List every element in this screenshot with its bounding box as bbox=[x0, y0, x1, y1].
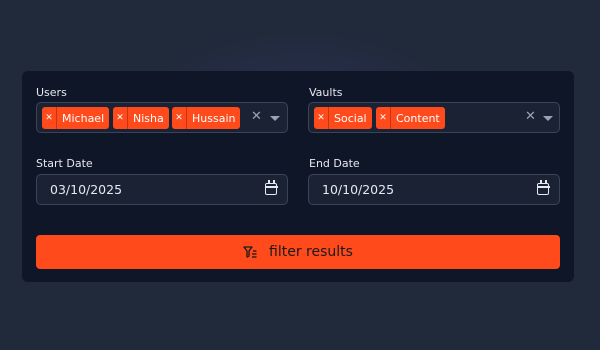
chip-remove-close-icon[interactable]: ✕ bbox=[376, 107, 391, 129]
chip-remove-close-icon[interactable]: ✕ bbox=[172, 107, 187, 129]
calendar-icon[interactable] bbox=[264, 180, 278, 195]
caret-down-icon[interactable] bbox=[543, 116, 553, 121]
filter-icon bbox=[243, 246, 257, 258]
chip-remove-close-icon[interactable]: ✕ bbox=[113, 107, 128, 129]
users-multiselect[interactable]: ✕ Michael ✕ Nisha ✕ Hussain ✕ bbox=[36, 102, 288, 133]
vault-chip-social: ✕ Social bbox=[314, 107, 372, 129]
filter-results-button[interactable]: filter results bbox=[36, 235, 560, 269]
vaults-multiselect[interactable]: ✕ Social ✕ Content ✕ bbox=[308, 102, 560, 133]
vault-chip-content: ✕ Content bbox=[376, 107, 445, 129]
user-chip-michael: ✕ Michael bbox=[42, 107, 110, 129]
start-date-label: Start Date bbox=[36, 157, 93, 170]
users-label: Users bbox=[36, 86, 67, 99]
vaults-label: Vaults bbox=[309, 86, 343, 99]
filter-results-label: filter results bbox=[269, 244, 353, 260]
caret-down-icon[interactable] bbox=[270, 116, 280, 121]
end-date-value: 10/10/2025 bbox=[322, 182, 395, 197]
calendar-icon[interactable] bbox=[536, 180, 550, 195]
chip-remove-close-icon[interactable]: ✕ bbox=[314, 107, 329, 129]
start-date-value: 03/10/2025 bbox=[50, 182, 123, 197]
chip-remove-close-icon[interactable]: ✕ bbox=[42, 107, 57, 129]
user-chip-hussain: ✕ Hussain bbox=[172, 107, 241, 129]
clear-close-icon[interactable]: ✕ bbox=[251, 109, 262, 124]
end-date-label: End Date bbox=[309, 157, 360, 170]
start-date-input[interactable]: 03/10/2025 bbox=[36, 174, 288, 205]
clear-close-icon[interactable]: ✕ bbox=[525, 109, 536, 124]
user-chip-nisha: ✕ Nisha bbox=[113, 107, 169, 129]
end-date-input[interactable]: 10/10/2025 bbox=[308, 174, 560, 205]
